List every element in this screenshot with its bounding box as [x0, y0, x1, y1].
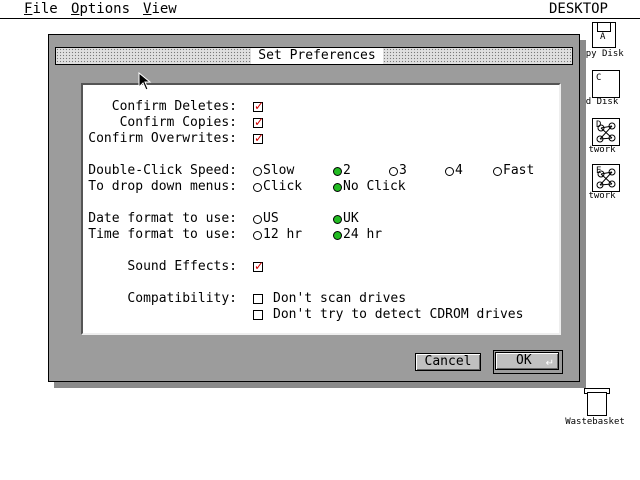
speed-fast-radio[interactable] [493, 167, 502, 176]
confirm-copies-checkbox[interactable] [253, 115, 264, 129]
dont-detect-cdrom-checkbox[interactable] [253, 310, 263, 320]
sound-effects-label: Sound Effects: [127, 259, 237, 274]
speed-3-radio[interactable] [389, 167, 398, 176]
speed-slow-label: Slow [263, 163, 295, 178]
compatibility-label: Compatibility: [127, 291, 237, 306]
date-uk-label: UK [343, 211, 359, 226]
floppy-disk-icon: A [592, 22, 616, 48]
set-preferences-dialog: Set Preferences Confirm Deletes: Confirm… [48, 34, 580, 382]
date-us-label: US [263, 211, 279, 226]
dropdown-click-label: Click [263, 179, 303, 194]
date-format-label: Date format to use: [88, 211, 237, 226]
time-24hr-radio[interactable] [333, 231, 342, 240]
enter-key-icon: ↵ [545, 358, 554, 369]
speed-2-label: 2 [343, 163, 351, 178]
date-uk-radio[interactable] [333, 215, 342, 224]
confirm-copies-label: Confirm Copies: [119, 115, 237, 130]
mouse-pointer-icon [138, 72, 152, 91]
date-us-radio[interactable] [253, 215, 262, 224]
menu-options[interactable]: Options [71, 1, 130, 17]
network-graph-icon [596, 122, 616, 143]
network-graph-icon [596, 168, 616, 189]
dropdown-noclick-radio[interactable] [333, 183, 342, 192]
confirm-deletes-checkbox[interactable] [253, 99, 264, 113]
wastebasket-icon [587, 392, 607, 416]
time-12hr-label: 12 hr [263, 227, 303, 242]
dont-scan-drives-checkbox[interactable] [253, 294, 263, 304]
dont-detect-cdrom-label: Don't try to detect CDROM drives [273, 307, 524, 322]
speed-fast-label: Fast [503, 163, 535, 178]
drop-down-menus-label: To drop down menus: [88, 179, 237, 194]
speed-slow-radio[interactable] [253, 167, 262, 176]
speed-2-radio[interactable] [333, 167, 342, 176]
time-format-label: Time format to use: [88, 227, 237, 242]
ok-button[interactable]: OK ↵ [495, 352, 559, 370]
cancel-button-label: Cancel [424, 354, 472, 369]
speed-3-label: 3 [399, 163, 407, 178]
speed-4-label: 4 [455, 163, 463, 178]
ok-button-label: OK [516, 353, 532, 368]
network-icon: E [592, 164, 620, 192]
confirm-deletes-label: Confirm Deletes: [111, 99, 237, 114]
menu-view[interactable]: View [143, 1, 177, 17]
dialog-titlebar[interactable]: Set Preferences [55, 47, 573, 65]
double-click-speed-label: Double-Click Speed: [88, 163, 237, 178]
menu-file[interactable]: File [24, 1, 58, 17]
dialog-title: Set Preferences [251, 48, 383, 64]
ok-button-focus-ring: OK ↵ [493, 350, 563, 374]
dropdown-noclick-label: No Click [343, 179, 406, 194]
speed-4-radio[interactable] [445, 167, 454, 176]
cancel-button[interactable]: Cancel [415, 353, 481, 371]
network-icon: D [592, 118, 620, 146]
confirm-overwrites-label: Confirm Overwrites: [88, 131, 237, 146]
hard-disk-icon: C [592, 70, 620, 98]
time-24hr-label: 24 hr [343, 227, 383, 242]
preferences-panel: Confirm Deletes: Confirm Copies: Confirm… [81, 83, 561, 335]
time-12hr-radio[interactable] [253, 231, 262, 240]
sound-effects-checkbox[interactable] [253, 259, 264, 273]
wastebasket-label: Wastebasket [565, 417, 625, 427]
wastebasket[interactable]: Wastebasket [560, 386, 630, 432]
dont-scan-drives-label: Don't scan drives [273, 291, 407, 306]
desktop-title: DESKTOP [548, 1, 608, 17]
dropdown-click-radio[interactable] [253, 183, 262, 192]
menu-bar: File Options View DESKTOP [0, 0, 640, 19]
confirm-overwrites-checkbox[interactable] [253, 131, 264, 145]
